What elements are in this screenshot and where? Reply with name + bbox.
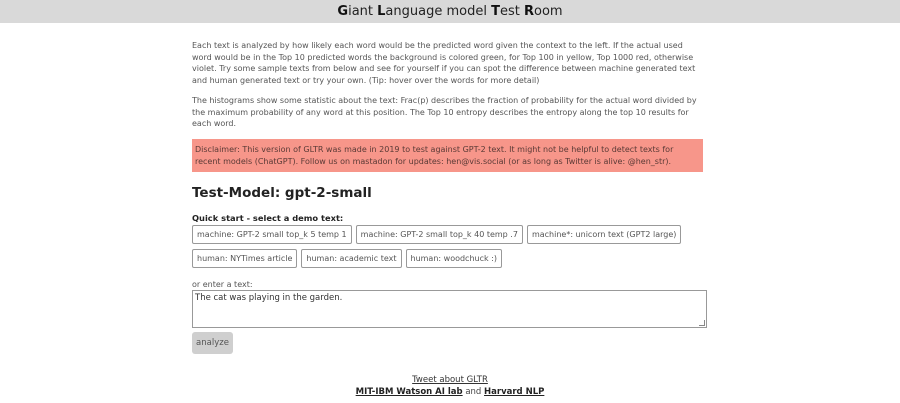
disclaimer-box: Disclaimer: This version of GLTR was mad… — [192, 138, 703, 172]
tweet-link[interactable]: Tweet about GLTR — [412, 375, 488, 385]
text-input[interactable]: The cat was playing in the garden. — [192, 289, 707, 328]
mit-ibm-link[interactable]: MIT-IBM Watson AI lab — [356, 387, 463, 397]
text-input-label: or enter a text: — [192, 279, 253, 289]
demo-button-group: machine: GPT-2 small top_k 5 temp 1 mach… — [192, 224, 712, 273]
demo-button-woodchuck[interactable]: human: woodchuck :) — [405, 248, 502, 268]
intro-paragraph-2: The histograms show some statistic about… — [192, 96, 697, 128]
demo-button-gpt2-topk40[interactable]: machine: GPT-2 small top_k 40 temp .7 — [355, 224, 523, 244]
analyze-button[interactable]: analyze — [192, 331, 233, 354]
title-initial-t: T — [491, 4, 500, 19]
quick-start-label: Quick start - select a demo text: — [192, 212, 344, 223]
harvard-nlp-link[interactable]: Harvard NLP — [484, 387, 544, 397]
resize-handle-icon[interactable] — [699, 319, 705, 326]
demo-button-gpt2-topk5[interactable]: machine: GPT-2 small top_k 5 temp 1 — [192, 224, 352, 244]
title-rest-l: anguage model — [385, 4, 492, 19]
model-title: Test-Model: gpt-2-small — [192, 184, 372, 201]
title-initial-r: R — [523, 4, 534, 19]
demo-button-academic[interactable]: human: academic text — [301, 248, 402, 268]
demo-button-unicorn[interactable]: machine*: unicorn text (GPT2 large) — [526, 224, 682, 244]
title-rest-g: iant — [348, 4, 378, 19]
title-rest-r: oom — [534, 4, 563, 19]
page-footer: Tweet about GLTR MIT-IBM Watson AI lab a… — [0, 374, 900, 398]
title-rest-t: est — [499, 4, 524, 19]
page-header: Giant Language model Test Room — [0, 0, 900, 23]
title-initial-g: G — [337, 4, 349, 19]
footer-and: and — [465, 387, 482, 397]
intro-paragraph-1: Each text is analyzed by how likely each… — [192, 41, 696, 85]
main-content: Each text is analyzed by how likely each… — [192, 40, 707, 354]
text-input-value: The cat was playing in the garden. — [195, 292, 343, 303]
demo-button-nytimes[interactable]: human: NYTimes article — [192, 248, 298, 268]
